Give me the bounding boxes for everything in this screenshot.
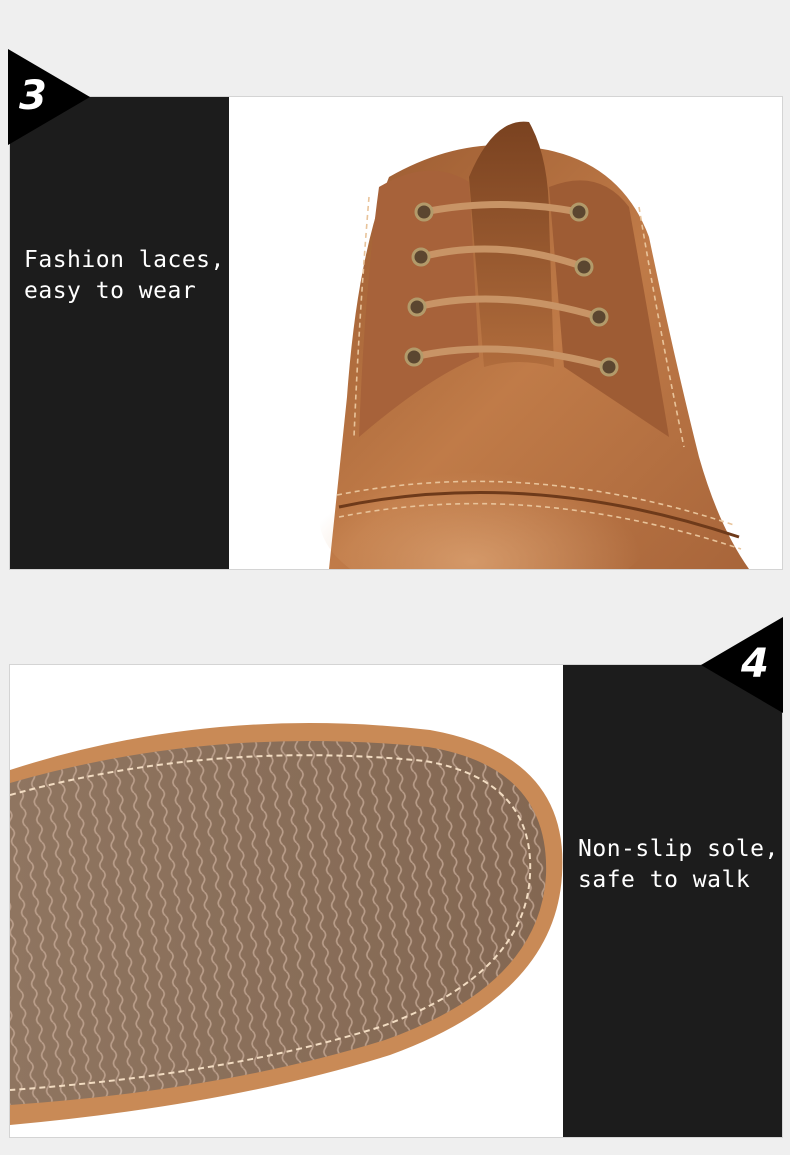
caption-line-1: Non-slip sole, [578, 836, 779, 862]
section-number: 4 [741, 641, 769, 687]
caption-panel: Non-slip sole, safe to walk [563, 665, 782, 1137]
shoe-laces-photo [229, 97, 782, 569]
caption-line-2: safe to walk [578, 867, 751, 893]
feature-caption: Fashion laces, easy to wear [24, 245, 225, 307]
section-number: 3 [19, 73, 47, 119]
feature-section-laces: Fashion laces, easy to wear [9, 96, 783, 570]
section-number-badge: 3 [8, 49, 90, 145]
feature-section-sole: Non-slip sole, safe to walk [9, 664, 783, 1138]
caption-line-2: easy to wear [24, 278, 197, 304]
caption-line-1: Fashion laces, [24, 247, 225, 273]
section-number-badge: 4 [701, 617, 783, 713]
shoe-sole-photo [10, 665, 563, 1137]
feature-caption: Non-slip sole, safe to walk [578, 834, 779, 896]
caption-panel: Fashion laces, easy to wear [10, 97, 229, 569]
